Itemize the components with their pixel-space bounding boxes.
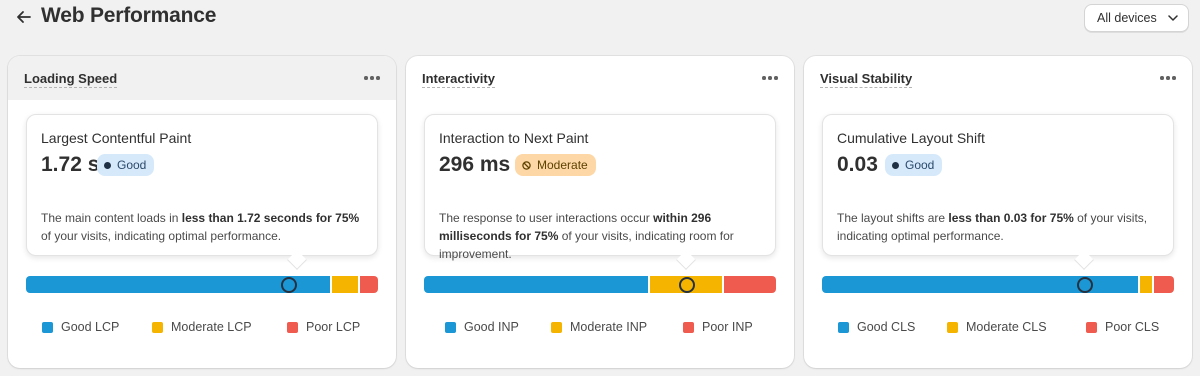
description-highlight: less than 0.03 for 75% [948,211,1074,225]
card-title[interactable]: Visual Stability [820,71,913,88]
legend-label: Good CLS [857,320,916,334]
legend-label: Good LCP [61,320,120,334]
description-text: The main content loads in [41,211,182,225]
card-title[interactable]: Loading Speed [24,71,118,88]
legend-swatch [1086,321,1097,333]
legend: Good INP Moderate INP Poor INP [406,320,794,336]
legend: Good LCP Moderate LCP Poor LCP [8,320,396,336]
status-badge: Moderate [515,154,596,176]
moderate-segment [332,276,358,293]
poor-segment [360,276,378,293]
legend-swatch [152,321,163,333]
metric-name: Cumulative Layout Shift [837,130,985,146]
metric-card-interactivity: Interactivity Interaction to Next Paint … [406,56,794,368]
card-header: Interactivity [406,56,794,100]
metric-value: 0.03 [837,153,878,176]
more-options-icon[interactable] [364,76,380,80]
legend-item-moderate: Moderate INP [551,320,647,334]
status-badge-label: Good [117,158,147,172]
page-title: Web Performance [41,4,217,27]
metric-tooltip: Interaction to Next Paint 296 ms Moderat… [424,114,776,261]
metric-name: Interaction to Next Paint [439,130,589,146]
legend-item-good: Good INP [445,320,519,334]
legend-label: Poor LCP [306,320,361,334]
poor-segment [724,276,776,293]
legend-item-moderate: Moderate CLS [947,320,1047,334]
legend-swatch [947,321,958,333]
legend: Good CLS Moderate CLS Poor CLS [804,320,1192,336]
poor-segment [1154,276,1174,293]
legend-label: Moderate INP [570,320,648,334]
page-header: Web Performance All devices [0,0,1200,40]
legend-item-moderate: Moderate LCP [152,320,252,334]
p75-marker[interactable] [679,277,695,293]
legend-swatch [287,321,298,333]
card-header: Visual Stability [804,56,1192,100]
metric-value: 1.72 s [41,153,100,176]
p75-marker[interactable] [1077,277,1093,293]
status-badge-label: Good [905,158,935,172]
metric-description: The layout shifts are less than 0.03 for… [837,209,1167,245]
legend-item-good: Good LCP [42,320,119,334]
metric-tooltip: Largest Contentful Paint 1.72 s Good The… [26,114,378,256]
legend-item-poor: Poor LCP [287,320,360,334]
metric-name: Largest Contentful Paint [41,130,192,146]
more-options-icon[interactable] [762,76,778,80]
moderate-status-icon [522,160,531,170]
description-highlight: less than 1.72 seconds for 75% [181,211,360,225]
chevron-down-icon [1168,15,1178,21]
status-dot-icon [104,161,111,169]
metric-description: The main content loads in less than 1.72… [41,209,371,245]
metric-card-loading-speed: Loading Speed Largest Contentful Paint 1… [8,56,396,368]
legend-label: Moderate CLS [966,320,1047,334]
status-badge: Good [885,154,943,176]
device-filter-label: All devices [1097,11,1157,25]
distribution-bar[interactable] [424,276,776,293]
card-header: Loading Speed [8,56,396,100]
arrow-left-icon[interactable] [14,7,34,27]
status-dot-icon [892,161,899,169]
good-segment [424,276,648,293]
description-text: The response to user interactions occur [439,211,654,225]
distribution-bar[interactable] [26,276,378,293]
device-filter-select[interactable]: All devices [1084,4,1189,32]
legend-label: Poor CLS [1105,320,1160,334]
metric-description: The response to user interactions occur … [439,209,769,263]
more-options-icon[interactable] [1160,76,1176,80]
metric-tooltip: Cumulative Layout Shift 0.03 Good The la… [822,114,1174,256]
legend-item-poor: Poor CLS [1086,320,1159,334]
moderate-segment [1140,276,1152,293]
distribution-bar[interactable] [822,276,1174,293]
legend-swatch [838,321,849,333]
legend-label: Good INP [464,320,519,334]
description-text: of your visits, indicating optimal perfo… [41,229,282,243]
p75-marker[interactable] [281,277,297,293]
description-text: The layout shifts are [837,211,949,225]
legend-swatch [42,321,53,333]
status-badge: Good [97,154,155,176]
legend-label: Poor INP [702,320,753,334]
legend-swatch [683,321,694,333]
legend-label: Moderate LCP [171,320,252,334]
card-title[interactable]: Interactivity [422,71,495,88]
legend-swatch [445,321,456,333]
legend-item-good: Good CLS [838,320,915,334]
metric-card-visual-stability: Visual Stability Cumulative Layout Shift… [804,56,1192,368]
legend-swatch [551,321,562,333]
status-badge-label: Moderate [537,158,588,172]
legend-item-poor: Poor INP [683,320,753,334]
metric-value: 296 ms [439,153,511,176]
